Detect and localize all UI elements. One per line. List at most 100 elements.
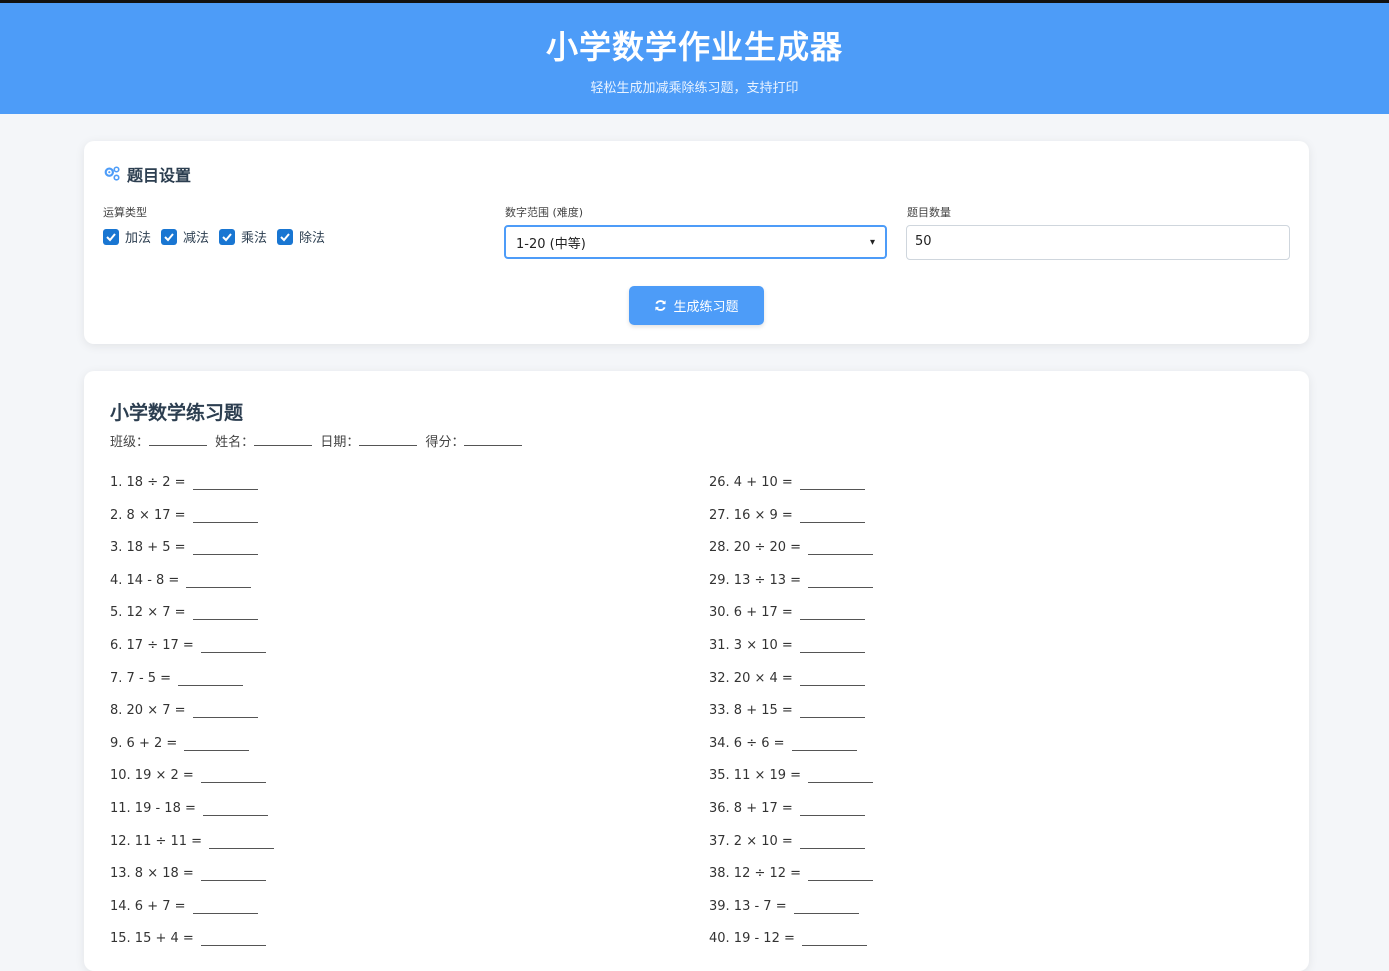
problem-text: 10. 19 × 2 = — [110, 768, 194, 784]
op-add-label: 加法 — [125, 231, 152, 246]
answer-blank — [200, 639, 266, 653]
problem-item: 5. 12 × 7 = — [110, 605, 274, 638]
answer-blank — [799, 835, 865, 849]
answer-blank — [799, 606, 865, 621]
problem-item: 39. 13 - 7 = — [709, 899, 873, 932]
problem-item: 36. 8 + 17 = — [709, 801, 873, 834]
problem-text: 15. 15 + 4 = — [110, 931, 194, 947]
answer-blank — [793, 900, 859, 914]
problem-text: 34. 6 ÷ 6 = — [709, 735, 785, 751]
count-input[interactable]: 50 — [906, 225, 1290, 260]
problem-text: 33. 8 + 15 = — [709, 703, 793, 719]
problem-text: 11. 19 - 18 = — [110, 800, 196, 816]
problem-text: 36. 8 + 17 = — [709, 800, 793, 816]
problem-item: 38. 12 ÷ 12 = — [709, 866, 874, 899]
date-blank — [359, 445, 418, 446]
answer-blank — [808, 867, 874, 882]
op-add-checkbox[interactable]: 加法 — [103, 227, 151, 246]
problem-text: 35. 11 × 19 = — [709, 768, 802, 784]
answer-blank — [799, 672, 865, 686]
class-field-label: 班级： — [110, 435, 150, 450]
op-mul-label: 乘法 — [241, 231, 268, 246]
problem-item: 2. 8 × 17 = — [110, 508, 274, 541]
checkbox-checked-icon — [277, 228, 294, 245]
problem-text: 39. 13 - 7 = — [709, 898, 787, 914]
answer-blank — [192, 900, 258, 914]
problem-item: 35. 11 × 19 = — [709, 768, 874, 801]
answer-blank — [808, 574, 874, 588]
name-blank — [254, 445, 313, 446]
worksheet-info-line: 班级： 姓名： 日期： 得分： — [110, 431, 526, 450]
app-header: 小学数学作业生成器 轻松生成加减乘除练习题，支持打印 — [0, 3, 1389, 114]
problem-text: 31. 3 × 10 = — [709, 637, 793, 653]
problem-item: 37. 2 × 10 = — [709, 834, 873, 867]
problem-item: 11. 19 - 18 = — [110, 801, 274, 834]
problem-text: 5. 12 × 7 = — [110, 605, 186, 621]
problem-text: 29. 13 ÷ 13 = — [709, 572, 802, 588]
problem-text: 27. 16 × 9 = — [709, 507, 793, 523]
worksheet-title: 小学数学练习题 — [110, 402, 244, 424]
refresh-icon — [655, 300, 667, 311]
gears-icon — [104, 166, 120, 181]
op-sub-label: 减法 — [183, 231, 210, 246]
op-type-label: 运算类型 — [103, 206, 147, 219]
answer-blank — [184, 737, 250, 751]
problem-text: 28. 20 ÷ 20 = — [709, 540, 802, 556]
problem-item: 3. 18 + 5 = — [110, 540, 274, 573]
problem-item: 4. 14 - 8 = — [110, 573, 274, 606]
problem-item: 10. 19 × 2 = — [110, 768, 274, 801]
op-div-label: 除法 — [299, 231, 326, 246]
problem-text: 26. 4 + 10 = — [709, 475, 793, 490]
range-select-value: 1-20 (中等) — [516, 236, 586, 252]
op-mul-checkbox[interactable]: 乘法 — [219, 227, 267, 246]
problem-item: 33. 8 + 15 = — [709, 703, 873, 736]
answer-blank — [791, 737, 857, 751]
answer-blank — [200, 769, 266, 784]
score-field-label: 得分： — [425, 435, 465, 450]
answer-blank — [808, 541, 874, 556]
problem-item: 12. 11 ÷ 11 = — [110, 833, 275, 867]
problem-text: 14. 6 + 7 = — [110, 898, 186, 914]
problem-item: 34. 6 ÷ 6 = — [709, 736, 873, 769]
answer-blank — [799, 802, 865, 816]
op-sub-checkbox[interactable]: 减法 — [161, 227, 209, 246]
answer-blank — [799, 704, 865, 719]
op-div-checkbox[interactable]: 除法 — [277, 227, 325, 246]
problem-item: 7. 7 - 5 = — [110, 671, 274, 704]
answer-blank — [808, 769, 874, 784]
count-label: 题目数量 — [907, 206, 951, 219]
checkbox-checked-icon — [161, 228, 178, 245]
problem-item: 31. 3 × 10 = — [709, 638, 873, 671]
problem-text: 38. 12 ÷ 12 = — [709, 866, 802, 882]
settings-heading: 题目设置 — [103, 162, 191, 186]
answer-blank — [202, 802, 268, 816]
range-select[interactable]: 1-20 (中等) ▾ — [504, 225, 887, 259]
checkbox-checked-icon — [219, 228, 236, 245]
problem-item: 27. 16 × 9 = — [709, 508, 873, 541]
generate-button[interactable]: 生成练习题 — [629, 286, 764, 325]
problem-item: 26. 4 + 10 = — [709, 475, 873, 508]
problem-item: 8. 20 × 7 = — [110, 703, 274, 736]
problem-item: 32. 20 × 4 = — [709, 671, 873, 704]
problem-item: 6. 17 ÷ 17 = — [110, 638, 274, 671]
settings-card: 题目设置 运算类型 加法 减法 乘法 除法 数字范围 (难度) 1-20 (中等… — [84, 141, 1309, 344]
generate-button-label: 生成练习题 — [673, 300, 739, 315]
app-title: 小学数学作业生成器 — [545, 28, 843, 66]
problem-text: 30. 6 + 17 = — [709, 605, 793, 621]
problem-column-right: 26. 4 + 10 = 27. 16 × 9 = 28. 20 ÷ 20 = 29.… — [709, 475, 874, 964]
answer-blank — [186, 574, 252, 588]
settings-title: 题目设置 — [127, 166, 192, 185]
problem-text: 37. 2 × 10 = — [709, 833, 793, 849]
problem-text: 7. 7 - 5 = — [110, 670, 172, 686]
answer-blank — [200, 867, 266, 882]
problem-text: 3. 18 + 5 = — [110, 540, 186, 556]
problem-text: 9. 6 + 2 = — [110, 735, 178, 751]
class-blank — [149, 445, 208, 446]
problem-text: 12. 11 ÷ 11 = — [110, 833, 203, 849]
problem-text: 6. 17 ÷ 17 = — [110, 637, 194, 653]
problem-text: 4. 14 - 8 = — [110, 572, 180, 588]
worksheet-card: 小学数学练习题 班级： 姓名： 日期： 得分： 1. 18 ÷ 2 = 2. 8 … — [84, 371, 1309, 971]
problem-column-left: 1. 18 ÷ 2 = 2. 8 × 17 = 3. 18 + 5 = 4. 14 -… — [110, 475, 275, 964]
score-blank — [464, 445, 523, 446]
answer-blank — [192, 541, 258, 556]
